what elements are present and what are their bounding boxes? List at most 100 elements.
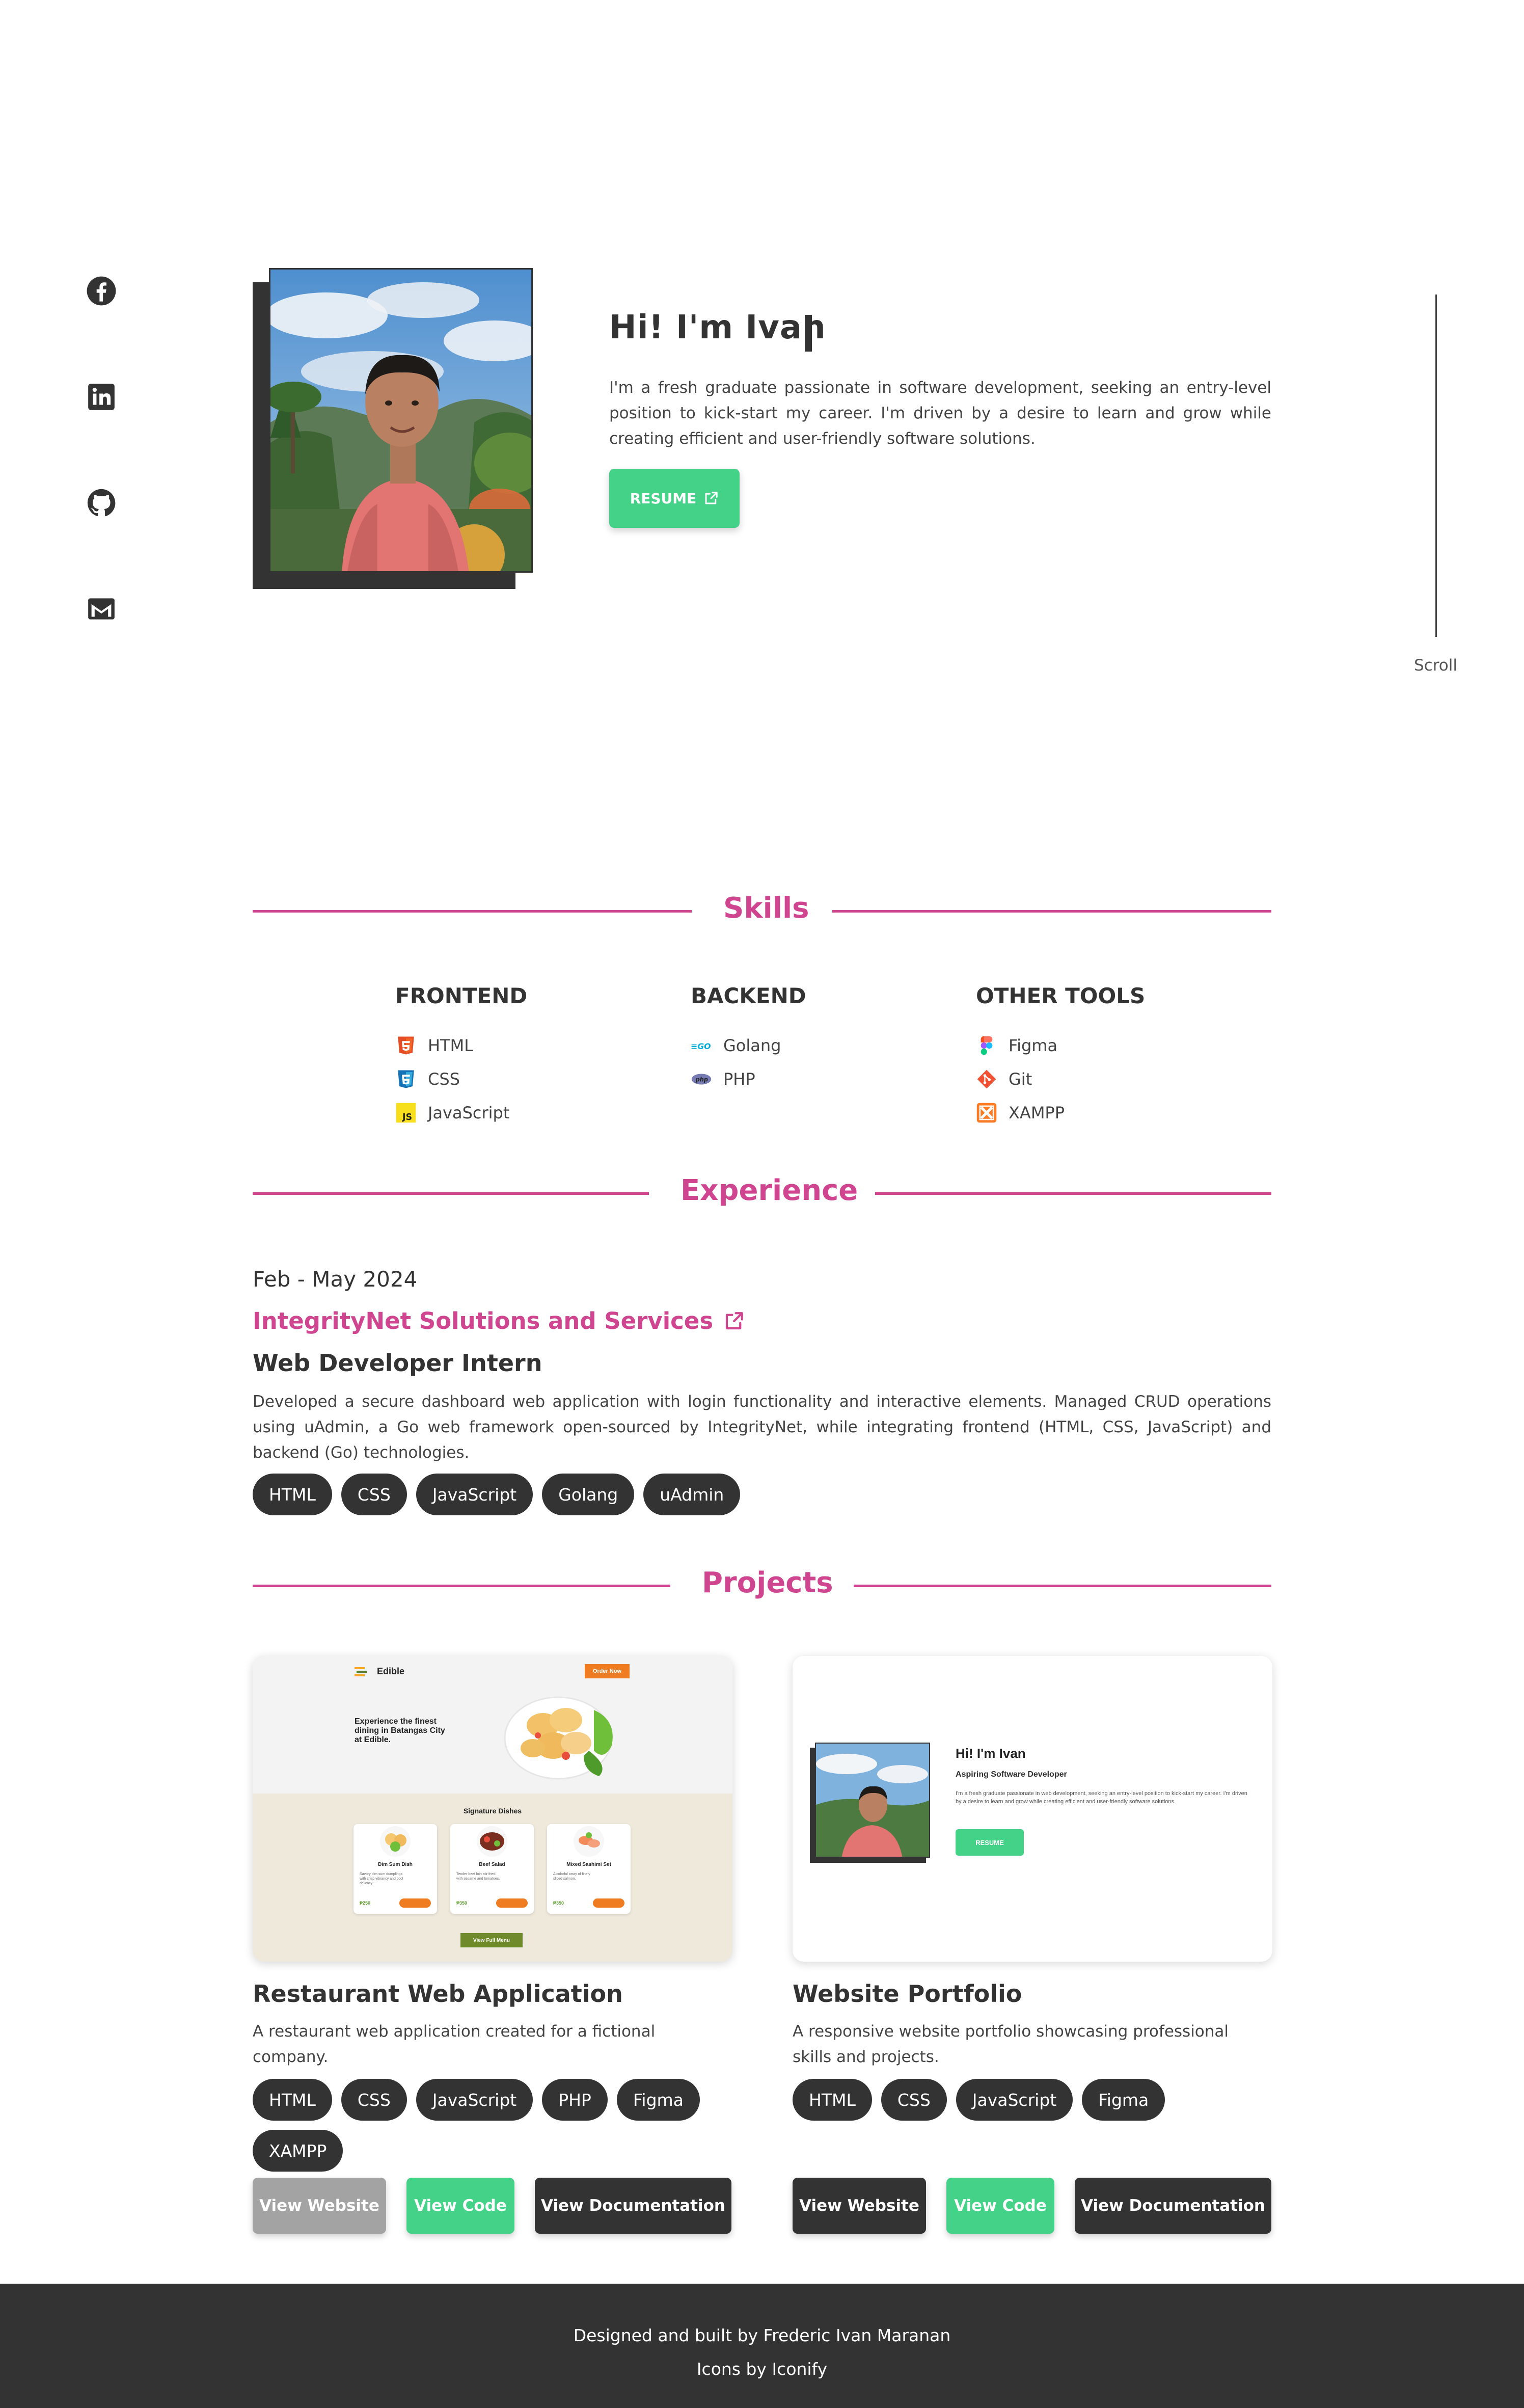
skill-item: JS JavaScript — [395, 1096, 527, 1130]
thumb-dish-name: Mixed Sashimi Set — [566, 1862, 611, 1867]
html5-icon — [398, 1036, 414, 1055]
facebook-icon — [87, 276, 116, 306]
skill-label: JavaScript — [428, 1103, 510, 1122]
thumb-dish-price: ₱350 — [456, 1901, 468, 1906]
project-description: A responsive website portfolio showcasin… — [793, 2022, 1229, 2066]
thumb-subtitle: Aspiring Software Developer — [956, 1770, 1067, 1779]
skill-item: ≡GO Golang — [691, 1029, 806, 1062]
gmail-icon — [88, 598, 115, 620]
tech-tag: Golang — [542, 1474, 635, 1515]
projects-heading: Projects — [702, 1566, 833, 1599]
experience-tags: HTML CSS JavaScript Golang uAdmin — [253, 1474, 741, 1515]
project-title: Website Portfolio — [793, 1980, 1022, 2008]
tech-tag: Figma — [616, 2079, 700, 2121]
scroll-label[interactable]: Scroll — [1414, 656, 1457, 675]
php-icon: php — [691, 1074, 712, 1085]
experience-divider-left — [253, 1192, 649, 1195]
skill-item: Git — [976, 1062, 1145, 1096]
tech-tag: XAMPP — [253, 2130, 343, 2172]
tech-tag: CSS — [881, 2079, 947, 2121]
thumb-text: I'm a fresh graduate passionate in web d… — [956, 1790, 1247, 1805]
experience-heading: Experience — [681, 1174, 858, 1207]
frontend-title: FRONTEND — [395, 983, 528, 1008]
tech-tag: CSS — [341, 1474, 407, 1515]
skills-heading: Skills — [723, 892, 809, 925]
projects-divider-left — [253, 1585, 670, 1587]
external-link-icon — [726, 1312, 743, 1329]
view-code-button[interactable]: View Code — [946, 2178, 1054, 2234]
tech-tag: HTML — [793, 2079, 872, 2121]
thumb-dish-desc: Tender beef loin stir fried with sesame … — [456, 1872, 500, 1881]
external-link-icon — [705, 492, 718, 504]
project-thumbnail-portfolio[interactable]: Hi! I'm Ivan Aspiring Software Developer… — [793, 1656, 1272, 1962]
golang-icon: ≡GO — [691, 1041, 711, 1051]
hero-intro: I'm a fresh graduate passionate in softw… — [609, 379, 1271, 448]
tech-tag: HTML — [253, 1474, 332, 1515]
skill-label: Git — [1009, 1069, 1032, 1089]
tech-tag: uAdmin — [643, 1474, 741, 1515]
thumb-hero — [253, 1656, 732, 1794]
skill-item: CSS — [395, 1062, 527, 1096]
experience-company-link[interactable]: IntegrityNet Solutions and Services — [253, 1307, 745, 1334]
skill-item: php PHP — [691, 1062, 806, 1096]
figma-icon — [981, 1036, 993, 1055]
tech-tag: HTML — [253, 2079, 332, 2121]
thumb-dish-desc: Savory dim sum dumplings with crisp vibr… — [360, 1872, 403, 1885]
view-documentation-button[interactable]: View Documentation — [535, 2178, 731, 2234]
hero-title: Hi! I'm Ivan — [609, 309, 826, 346]
tech-tag: PHP — [542, 2079, 608, 2121]
thumb-logo-icon — [355, 1666, 368, 1677]
skill-label: Golang — [723, 1036, 781, 1055]
project-description: A restaurant web application created for… — [253, 2022, 656, 2066]
thumb-dish-price: ₱350 — [553, 1901, 564, 1906]
thumb-dish-name: Beef Salad — [479, 1862, 505, 1867]
view-website-button[interactable]: View Website — [793, 2178, 926, 2234]
tools-title: OTHER TOOLS — [976, 983, 1146, 1008]
thumb-cart-button — [593, 1898, 624, 1908]
skill-label: CSS — [428, 1069, 460, 1089]
experience-divider-right — [875, 1192, 1271, 1195]
project-tags: HTML CSS JavaScript Figma — [793, 2079, 1272, 2121]
linkedin-link[interactable] — [86, 381, 117, 413]
css3-icon — [398, 1070, 414, 1088]
footer-icons-credit: Icons by Iconify — [696, 2359, 828, 2379]
svg-text:JS: JS — [402, 1112, 412, 1122]
git-icon — [977, 1069, 996, 1089]
project-title: Restaurant Web Application — [253, 1980, 623, 2008]
facebook-link[interactable] — [86, 275, 117, 307]
thumb-cart-button — [399, 1898, 431, 1908]
project-thumbnail-restaurant[interactable]: Edible Order Now Experience the finest d… — [253, 1656, 732, 1962]
svg-text:php: php — [695, 1076, 708, 1083]
view-code-button[interactable]: View Code — [406, 2178, 514, 2234]
resume-label: RESUME — [630, 490, 697, 507]
tech-tag: JavaScript — [416, 2079, 533, 2121]
thumb-dish-card: Beef Salad Tender beef loin stir fried w… — [450, 1824, 534, 1914]
view-documentation-button[interactable]: View Documentation — [1075, 2178, 1271, 2234]
thumb-title: Hi! I'm Ivan — [956, 1746, 1026, 1761]
github-link[interactable] — [86, 487, 117, 519]
skill-label: HTML — [428, 1036, 474, 1055]
thumb-dish-price: ₱250 — [360, 1901, 371, 1906]
skills-divider-left — [253, 910, 692, 913]
view-website-button[interactable]: View Website — [253, 2178, 386, 2234]
linkedin-icon — [88, 384, 115, 410]
skill-item: HTML — [395, 1029, 527, 1062]
thumb-dish-desc: A colorful array of finely sliced salmon… — [553, 1872, 590, 1881]
gmail-link[interactable] — [86, 593, 117, 625]
skills-backend: BACKEND ≡GO Golang php PHP — [691, 983, 806, 1096]
thumb-photo — [815, 1743, 930, 1858]
skill-item: XAMPP — [976, 1096, 1145, 1130]
xampp-icon — [976, 1103, 997, 1123]
thumb-headline: Experience the finest dining in Batangas… — [355, 1717, 445, 1744]
thumb-section-title: Signature Dishes — [463, 1807, 522, 1815]
resume-button[interactable]: RESUME — [609, 469, 740, 528]
skill-label: XAMPP — [1009, 1103, 1065, 1122]
thumb-dish-card: Mixed Sashimi Set A colorful array of fi… — [547, 1824, 631, 1914]
tech-tag: JavaScript — [416, 1474, 533, 1515]
skill-item: Figma — [976, 1029, 1145, 1062]
experience-date: Feb - May 2024 — [253, 1267, 418, 1292]
footer-credit: Designed and built by Frederic Ivan Mara… — [573, 2325, 951, 2345]
backend-title: BACKEND — [691, 983, 806, 1008]
skill-label: Figma — [1009, 1036, 1058, 1055]
company-name: IntegrityNet Solutions and Services — [253, 1307, 714, 1334]
